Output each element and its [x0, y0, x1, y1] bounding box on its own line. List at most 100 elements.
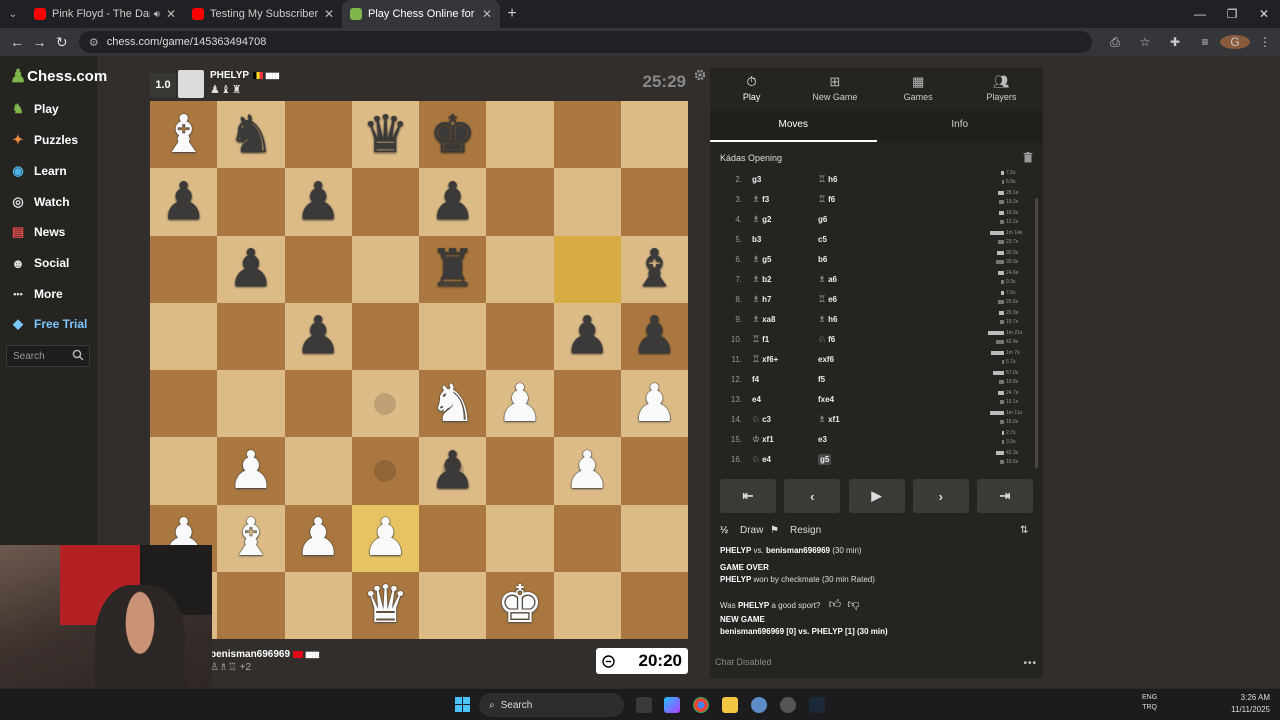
white-move[interactable]: e4	[752, 395, 761, 404]
chrome-icon[interactable]	[693, 697, 709, 713]
square-c3[interactable]	[284, 437, 352, 505]
nav-item-free-trial[interactable]: ◆ Free Trial	[8, 316, 87, 332]
black-move[interactable]: fxe4	[818, 395, 834, 404]
reload-icon[interactable]: ↻	[51, 34, 73, 51]
trash-icon[interactable]	[1023, 152, 1033, 163]
next-move-button[interactable]: ›	[912, 479, 969, 513]
site-info-icon[interactable]: ⚙	[89, 36, 99, 49]
nav-item-watch[interactable]: ◎ Watch	[8, 194, 69, 210]
square-a4[interactable]	[150, 370, 218, 438]
nav-item-social[interactable]: ☻ Social	[8, 255, 69, 271]
square-f2[interactable]	[486, 504, 554, 572]
white-pawn-icon[interactable]: ♟	[486, 370, 553, 437]
nav-item-play[interactable]: ♞ Play	[8, 101, 59, 117]
last-move-button[interactable]: ⇥	[977, 479, 1033, 513]
white-move[interactable]: ♘ c3	[752, 415, 771, 425]
square-c6[interactable]	[284, 235, 352, 303]
black-pawn-icon[interactable]: ♟	[419, 168, 486, 235]
square-h2[interactable]	[620, 504, 688, 572]
player-name[interactable]: benisman696969	[210, 649, 290, 660]
square-b5[interactable]	[217, 302, 285, 370]
black-pawn-icon[interactable]: ♟	[150, 168, 217, 235]
taskbar-search[interactable]: ⌕ Search	[479, 693, 624, 717]
chat-more-icon[interactable]: •••	[1023, 658, 1037, 669]
play-button[interactable]: ▶	[848, 479, 905, 513]
file-explorer-icon[interactable]	[722, 697, 738, 713]
square-d6[interactable]	[351, 235, 419, 303]
copilot-icon[interactable]	[664, 697, 680, 713]
square-g6[interactable]	[553, 235, 621, 303]
first-move-button[interactable]: ⇤	[720, 479, 776, 513]
opponent-avatar[interactable]	[178, 70, 204, 98]
nav-item-news[interactable]: ▤ News	[8, 224, 66, 240]
white-bishop-icon[interactable]: ♝	[150, 101, 217, 168]
black-move[interactable]: ♗ xf1	[818, 415, 840, 425]
sidebar-search-input[interactable]: Search	[6, 345, 90, 367]
chat-black-player[interactable]: benisman696969	[766, 546, 830, 555]
square-h3[interactable]	[620, 437, 688, 505]
square-a6[interactable]	[150, 235, 218, 303]
back-icon[interactable]: ←	[6, 34, 28, 50]
white-pawn-icon[interactable]: ♟	[352, 505, 419, 572]
extensions-icon[interactable]: ✚	[1160, 35, 1190, 50]
browser-tab[interactable]: Play Chess Online for FREE - 2 ✕	[342, 0, 500, 28]
black-rook-icon[interactable]: ♜	[419, 236, 486, 303]
install-icon[interactable]: ⎙	[1100, 35, 1130, 50]
media-icon[interactable]: ≡	[1190, 35, 1220, 50]
resign-button[interactable]: Resign	[790, 525, 821, 536]
white-move[interactable]: ♗ xa8	[752, 315, 775, 325]
square-g8[interactable]	[553, 101, 621, 169]
white-move[interactable]: ♗ b2	[752, 275, 771, 285]
square-f8[interactable]	[486, 101, 554, 169]
square-a3[interactable]	[150, 437, 218, 505]
black-pawn-icon[interactable]: ♟	[285, 168, 352, 235]
square-f3[interactable]	[486, 437, 554, 505]
white-move[interactable]: ♗ f3	[752, 195, 769, 205]
black-move[interactable]: ♗ a6	[818, 275, 837, 285]
black-move[interactable]: g5	[818, 454, 832, 465]
black-queen-icon[interactable]: ♛	[352, 101, 419, 168]
black-move[interactable]: ♖ f6	[818, 195, 835, 205]
profile-avatar[interactable]: G	[1220, 34, 1251, 50]
opening-name[interactable]: Kádas Opening	[720, 153, 782, 163]
square-e2[interactable]	[419, 504, 487, 572]
panel-tab-new-game[interactable]: ⊞ New Game	[793, 68, 876, 108]
white-knight-icon[interactable]: ♞	[419, 370, 486, 437]
black-move[interactable]: ♗ h6	[818, 315, 837, 325]
windows-start-icon[interactable]	[455, 697, 470, 712]
white-pawn-icon[interactable]: ♟	[285, 505, 352, 572]
square-f7[interactable]	[486, 168, 554, 236]
square-a5[interactable]	[150, 302, 218, 370]
tab-audio-icon[interactable]: 🔊︎	[154, 9, 160, 20]
chess-board[interactable]: 8 7 6 5 4 3 2 b c d e g h ♝ ♞ ♛ ♚ ♟ ♟ ♟ ♟ ♜ ♝ ♟ ♟ ♟ ♞ ♟ ♟ ♟ ♟ ♟ ♟ ♝ ♟ ♟ ♛ ♚	[150, 101, 688, 639]
panel-tab-players[interactable]: 👥︎ Players	[960, 68, 1043, 108]
square-h7[interactable]	[620, 168, 688, 236]
black-move[interactable]: e3	[818, 435, 827, 444]
bookmark-star-icon[interactable]: ☆	[1130, 35, 1160, 50]
black-move[interactable]: ♖ h6	[818, 175, 837, 185]
board-settings-gear-icon[interactable]	[694, 69, 706, 81]
black-bishop-icon[interactable]: ♝	[621, 236, 688, 303]
square-b4[interactable]	[217, 370, 285, 438]
minimize-icon[interactable]: —	[1184, 0, 1216, 28]
black-move[interactable]: ♘ f6	[818, 335, 835, 345]
white-pawn-icon[interactable]: ♟	[217, 437, 284, 504]
white-move[interactable]: ♔ xf1	[752, 435, 774, 445]
forward-icon[interactable]: →	[28, 34, 50, 50]
move-list-scrollbar[interactable]	[1035, 198, 1038, 468]
white-move[interactable]: ♗ g5	[752, 255, 771, 265]
app-icon[interactable]	[780, 697, 796, 713]
panel-tab-play[interactable]: ⏱ Play	[710, 68, 793, 108]
white-move[interactable]: b3	[752, 235, 761, 244]
square-h8[interactable]	[620, 101, 688, 169]
nav-item-learn[interactable]: ◉ Learn	[8, 163, 66, 179]
black-pawn-icon[interactable]: ♟	[554, 303, 621, 370]
black-king-icon[interactable]: ♚	[419, 101, 486, 168]
browser-tab[interactable]: Pink Floyd - The Dark Side 🔊︎ ✕	[26, 0, 184, 28]
browser-menu-icon[interactable]: ⋮	[1250, 35, 1280, 50]
draw-button[interactable]: Draw	[740, 525, 763, 536]
square-g7[interactable]	[553, 168, 621, 236]
thumbs-down-icon[interactable]: 👎︎	[847, 597, 859, 611]
white-move[interactable]: ♗ g2	[752, 215, 771, 225]
square-d5[interactable]	[351, 302, 419, 370]
